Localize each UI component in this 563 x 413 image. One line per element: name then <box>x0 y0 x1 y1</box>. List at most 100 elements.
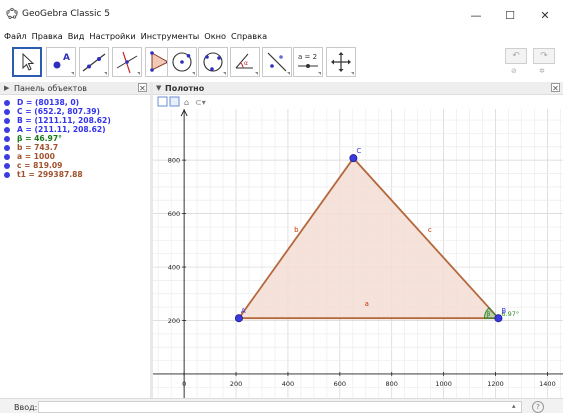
tool-slider[interactable]: a = 2 <box>293 47 323 77</box>
x-tick-label: 600 <box>334 380 346 388</box>
redo-button[interactable]: ↷ <box>533 48 555 64</box>
tool-point[interactable]: A <box>46 47 76 77</box>
y-tick-label: 200 <box>168 317 180 325</box>
tool-move[interactable] <box>12 47 42 77</box>
tool-angle[interactable]: α <box>230 47 260 77</box>
algebra-item-a[interactable]: a = 1000 <box>4 152 55 161</box>
title-bar: GeoGebra Classic 5 — ☐ ✕ <box>0 0 563 28</box>
algebra-item-text: D = (80138, 0) <box>17 98 80 107</box>
graphics-style-bar: ⌂ ⊂▾ <box>153 96 563 109</box>
grid-toggle-icon[interactable] <box>169 96 180 107</box>
tool-move-graphics[interactable] <box>326 47 356 77</box>
menu-file[interactable]: Файл <box>4 31 27 41</box>
svg-text:α: α <box>244 60 248 67</box>
angle-beta-symbol: β <box>486 310 490 318</box>
algebra-item-text: b = 743.7 <box>17 143 59 152</box>
help-icon[interactable]: ? <box>532 401 544 413</box>
visibility-dot[interactable] <box>4 99 10 106</box>
menu-options[interactable]: Настройки <box>89 31 135 41</box>
algebra-item-text: A = (211.11, 208.62) <box>17 125 106 134</box>
tool-circle[interactable] <box>167 47 197 77</box>
algebra-item-text: a = 1000 <box>17 152 55 161</box>
algebra-item-beta[interactable]: β = 46.97° <box>4 134 62 143</box>
menu-window[interactable]: Окно <box>204 31 226 41</box>
slider-tool-label: a = 2 <box>298 53 317 61</box>
algebra-item-B[interactable]: B = (1211.11, 208.62) <box>4 116 111 125</box>
x-tick-label: 200 <box>230 380 242 388</box>
algebra-item-D[interactable]: D = (80138, 0) <box>4 98 79 107</box>
x-tick-label: 1400 <box>539 380 556 388</box>
help-small-icon[interactable]: ⊘ <box>511 67 517 75</box>
algebra-item-text: c = 819.09 <box>17 161 63 170</box>
input-field[interactable] <box>38 401 522 413</box>
tool-conic[interactable] <box>198 47 228 77</box>
x-tick-label: 1000 <box>435 380 452 388</box>
graphics-panel-header: ▼ Полотно ✕ <box>153 82 563 95</box>
visibility-dot[interactable] <box>4 162 10 169</box>
side-label-a: a <box>365 300 369 308</box>
visibility-dot[interactable] <box>4 126 10 133</box>
point-label-B: B <box>501 307 506 315</box>
point-C[interactable] <box>349 154 358 163</box>
tool-reflect[interactable] <box>262 47 292 77</box>
geogebra-logo-icon <box>6 7 18 19</box>
axes-toggle-icon[interactable] <box>157 96 168 107</box>
x-tick-label: 400 <box>282 380 294 388</box>
point-label-A: A <box>241 307 246 315</box>
y-tick-label: 600 <box>168 210 180 218</box>
point-A[interactable] <box>234 314 243 323</box>
algebra-item-C[interactable]: C = (652.2, 807.39) <box>4 107 100 116</box>
visibility-dot[interactable] <box>4 153 10 160</box>
visibility-dot[interactable] <box>4 108 10 115</box>
visibility-dot[interactable] <box>4 171 10 178</box>
menu-bar: Файл Правка Вид Настройки Инструменты Ок… <box>0 28 563 44</box>
menu-tools[interactable]: Инструменты <box>141 31 200 41</box>
side-label-b: b <box>294 226 299 234</box>
algebra-item-A[interactable]: A = (211.11, 208.62) <box>4 125 106 134</box>
menu-help[interactable]: Справка <box>231 31 267 41</box>
algebra-item-c[interactable]: c = 819.09 <box>4 161 62 170</box>
tool-perpendicular[interactable] <box>112 47 142 77</box>
maximize-button[interactable]: ☐ <box>495 4 525 26</box>
x-tick-label: 0 <box>182 380 186 388</box>
algebra-item-t1[interactable]: t1 = 299387.88 <box>4 170 83 179</box>
x-tick-label: 800 <box>386 380 398 388</box>
input-label: Ввод: <box>14 403 38 412</box>
close-algebra-icon[interactable]: ✕ <box>138 83 147 93</box>
close-graphics-icon[interactable]: ✕ <box>551 83 560 93</box>
tool-line[interactable] <box>79 47 109 77</box>
toolbar: A α a = 2 ↶ ↷ ⊘ ✲ <box>0 46 563 80</box>
algebra-item-b[interactable]: b = 743.7 <box>4 143 58 152</box>
point-B[interactable] <box>494 314 503 323</box>
algebra-item-text: C = (652.2, 807.39) <box>17 107 101 116</box>
settings-gear-icon[interactable]: ✲ <box>539 67 545 75</box>
collapse-arrow-icon[interactable]: ▼ <box>156 84 161 92</box>
menu-edit[interactable]: Правка <box>32 31 63 41</box>
home-icon[interactable]: ⌂ <box>184 98 189 107</box>
algebra-item-text: t1 = 299387.88 <box>17 170 83 179</box>
window-title: GeoGebra Classic 5 <box>22 9 111 19</box>
algebra-view: D = (80138, 0) C = (652.2, 807.39) B = (… <box>0 96 150 396</box>
visibility-dot[interactable] <box>4 135 10 142</box>
menu-view[interactable]: Вид <box>68 31 85 41</box>
algebra-panel-title: Панель объектов <box>14 84 87 93</box>
point-label-C: C <box>356 147 361 155</box>
triangle-fill[interactable] <box>238 158 499 319</box>
algebra-item-text: β = 46.97° <box>17 134 62 143</box>
zoom-back-icon[interactable]: ⊂▾ <box>195 98 206 107</box>
close-button[interactable]: ✕ <box>530 4 560 26</box>
y-tick-label: 400 <box>168 264 180 272</box>
minimize-button[interactable]: — <box>461 4 491 26</box>
side-label-c: c <box>428 226 432 234</box>
visibility-dot[interactable] <box>4 117 10 124</box>
graphics-panel-title: Полотно <box>165 84 205 93</box>
visibility-dot[interactable] <box>4 144 10 151</box>
graphics-view[interactable]: 0200400600800100012001400200400600800100… <box>153 96 563 398</box>
undo-button[interactable]: ↶ <box>505 48 527 64</box>
x-tick-label: 1200 <box>487 380 504 388</box>
algebra-panel-header: ▶ Панель объектов ✕ <box>0 82 150 95</box>
y-tick-label: 800 <box>168 157 180 165</box>
input-history-icon[interactable]: ▴ <box>512 402 516 410</box>
expand-arrow-icon[interactable]: ▶ <box>4 84 9 92</box>
algebra-item-text: B = (1211.11, 208.62) <box>17 116 111 125</box>
